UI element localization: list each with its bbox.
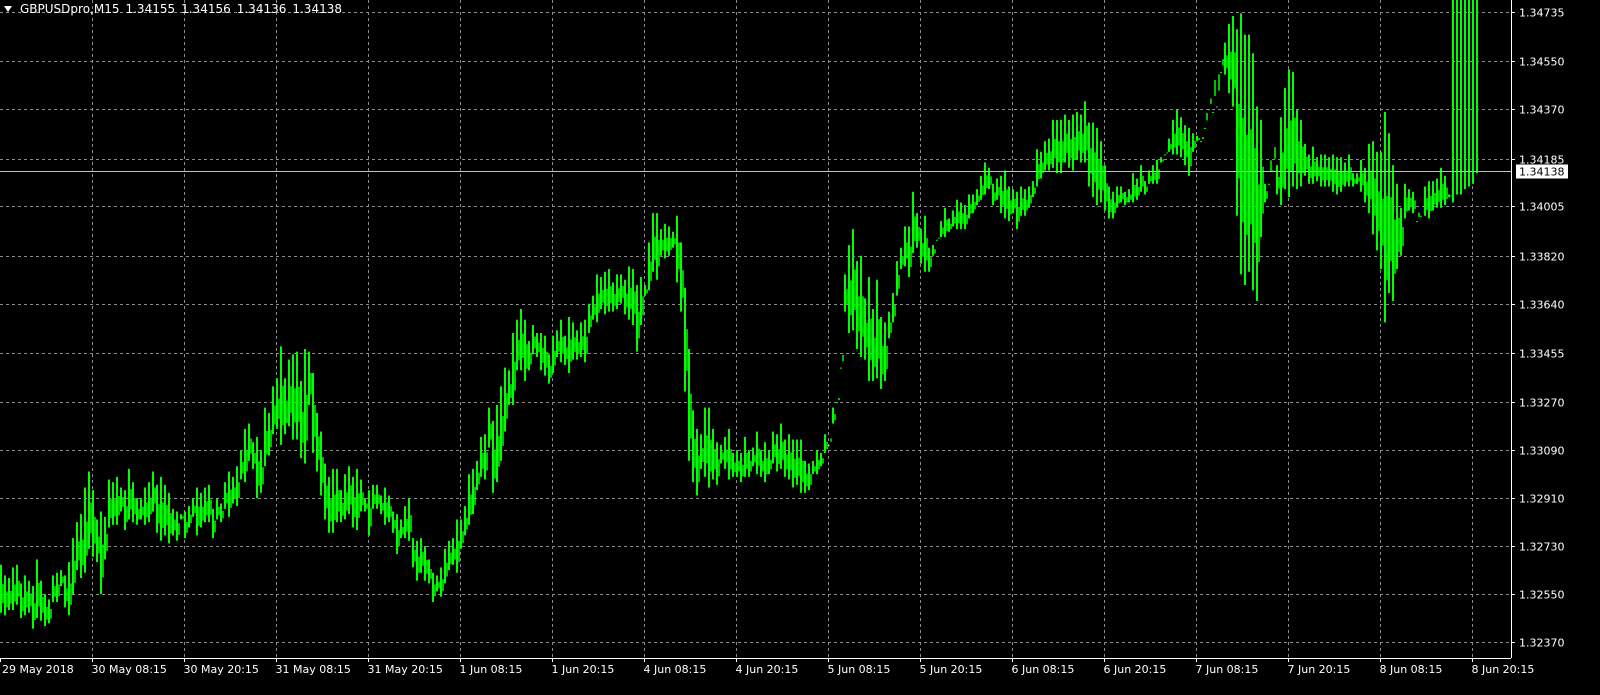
y-tick-label: 1.33090 xyxy=(1519,445,1565,458)
high-price: 1.34156 xyxy=(181,2,231,16)
x-tick-label: 8 Jun 20:15 xyxy=(1472,663,1535,676)
dropdown-triangle-icon[interactable] xyxy=(4,6,12,12)
open-price: 1.34155 xyxy=(125,2,176,16)
x-tick-label: 7 Jun 08:15 xyxy=(1196,663,1259,676)
y-tick-label: 1.32910 xyxy=(1519,493,1565,506)
x-tick-label: 30 May 08:15 xyxy=(92,663,167,676)
x-tick-label: 31 May 20:15 xyxy=(368,663,443,676)
x-tick-label: 29 May 2018 xyxy=(2,663,74,676)
price-chart[interactable]: 1.347351.345501.343701.341851.340051.338… xyxy=(0,0,1600,695)
y-tick-label: 1.33455 xyxy=(1519,348,1565,361)
current-price-label: 1.34138 xyxy=(1519,166,1565,179)
low-price: 1.34136 xyxy=(236,2,287,16)
x-tick-label: 30 May 20:15 xyxy=(184,663,259,676)
x-tick-label: 7 Jun 20:15 xyxy=(1288,663,1351,676)
close-price: 1.34138 xyxy=(292,2,342,16)
y-tick-label: 1.34735 xyxy=(1519,7,1565,20)
x-tick-label: 1 Jun 20:15 xyxy=(552,663,615,676)
chart-background xyxy=(0,0,1600,695)
x-tick-label: 6 Jun 20:15 xyxy=(1104,663,1167,676)
x-tick-label: 6 Jun 08:15 xyxy=(1012,663,1075,676)
x-tick-label: 4 Jun 08:15 xyxy=(644,663,707,676)
y-tick-label: 1.34550 xyxy=(1519,56,1565,69)
x-tick-label: 5 Jun 08:15 xyxy=(828,663,891,676)
y-tick-label: 1.34005 xyxy=(1519,201,1565,214)
y-tick-label: 1.32550 xyxy=(1519,589,1565,602)
y-tick-label: 1.33640 xyxy=(1519,299,1565,312)
y-tick-label: 1.32730 xyxy=(1519,541,1565,554)
x-tick-label: 1 Jun 08:15 xyxy=(460,663,523,676)
x-tick-label: 5 Jun 20:15 xyxy=(920,663,983,676)
x-tick-label: 8 Jun 08:15 xyxy=(1380,663,1443,676)
symbol-label: GBPUSDpro,M15 xyxy=(20,2,120,16)
x-tick-label: 4 Jun 20:15 xyxy=(736,663,799,676)
x-tick-label: 31 May 08:15 xyxy=(276,663,351,676)
y-tick-label: 1.33820 xyxy=(1519,251,1565,264)
chart-header: GBPUSDpro,M15 1.34155 1.34156 1.34136 1.… xyxy=(4,2,342,16)
chart-container[interactable]: 1.34735 1.34550 1.34370 1.34185 1.34005 1.338… xyxy=(0,0,1600,695)
y-tick-label: 1.32370 xyxy=(1519,637,1565,650)
y-tick-label: 1.33270 xyxy=(1519,397,1565,410)
y-tick-label: 1.34370 xyxy=(1519,104,1565,117)
